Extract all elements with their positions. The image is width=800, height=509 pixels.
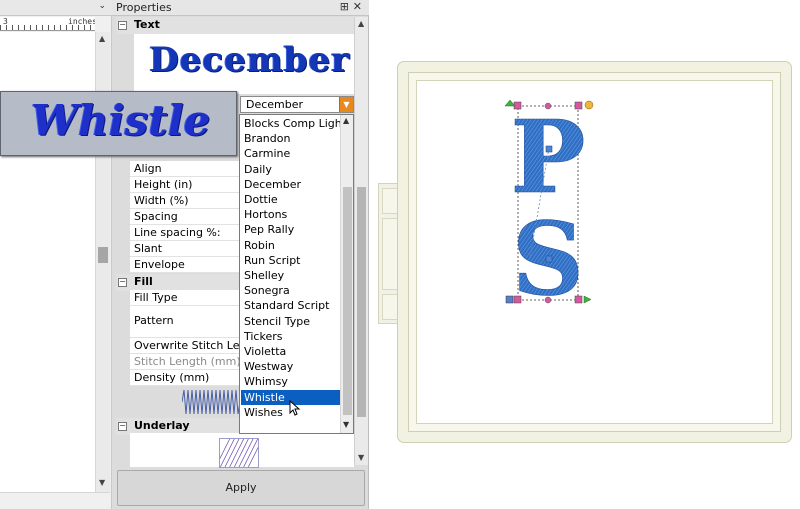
font-option[interactable]: Pep Rally [241, 222, 340, 237]
prop-label: Density (mm) [134, 371, 210, 384]
font-option[interactable]: Daily [241, 162, 340, 177]
prop-density[interactable]: Density (mm) [130, 370, 240, 386]
corner-handle-br[interactable] [574, 295, 583, 304]
font-tooltip-text: Whistle [31, 96, 211, 145]
prop-width[interactable]: Width (%) [130, 193, 240, 209]
workspace-side-panel: ⌄ 3 inches ▲ ▼ [0, 0, 112, 509]
properties-vertical-scrollbar[interactable]: ▲ ▼ [354, 17, 368, 465]
chevron-down-icon[interactable]: ⌄ [98, 1, 106, 11]
prop-label: Line spacing %: [134, 226, 221, 239]
font-option[interactable]: December [241, 177, 340, 192]
font-option[interactable]: Blocks Comp Light [241, 116, 346, 131]
prop-label: Slant [134, 242, 163, 255]
apply-button[interactable]: Apply [117, 470, 365, 506]
dropdown-arrow-icon[interactable]: ▼ [339, 97, 353, 112]
design-letter-p[interactable]: P [510, 98, 586, 217]
top-handle[interactable] [544, 102, 552, 110]
prop-overwrite-stitch-length[interactable]: Overwrite Stitch Leng... [130, 338, 264, 354]
selected-design[interactable]: P S [500, 96, 605, 308]
font-option[interactable]: Brandon [241, 131, 340, 146]
section-text-header[interactable]: − Text [116, 17, 354, 34]
font-option[interactable]: Whimsy [241, 374, 340, 389]
font-select-value: December [246, 98, 304, 111]
prop-label: Pattern [134, 314, 174, 327]
font-option[interactable]: Violetta [241, 344, 340, 359]
node-handle[interactable] [545, 255, 553, 263]
corner-handle-tl[interactable] [513, 101, 522, 110]
section-underlay-label: Underlay [134, 419, 190, 432]
font-option[interactable]: Hortons [241, 207, 340, 222]
close-icon[interactable]: ✕ [353, 0, 362, 13]
prop-pattern[interactable]: Pattern [130, 306, 240, 338]
prop-label: Align [134, 162, 162, 175]
bottom-handle[interactable] [544, 296, 552, 304]
scroll-thumb[interactable] [98, 247, 108, 263]
properties-title: Properties [116, 1, 172, 14]
scroll-up-arrow-icon[interactable]: ▲ [343, 116, 349, 125]
font-list-scrollbar[interactable]: ▲ ▼ [340, 115, 353, 433]
pin-icon[interactable]: ⊞ [340, 0, 349, 13]
font-option[interactable]: Standard Script [241, 298, 340, 313]
prop-slant[interactable]: Slant [130, 241, 240, 257]
collapse-icon[interactable]: − [118, 422, 127, 431]
ruler-ticks [0, 25, 95, 30]
scroll-thumb[interactable] [357, 187, 366, 417]
prop-label: Spacing [134, 210, 178, 223]
section-text-label: Text [134, 18, 160, 31]
font-option[interactable]: Sonegra [241, 283, 340, 298]
design-letter-s[interactable]: S [512, 200, 585, 308]
font-select[interactable]: December ▼ [240, 96, 354, 113]
scroll-thumb[interactable] [343, 187, 352, 415]
scroll-down-arrow-icon[interactable]: ▼ [358, 453, 364, 462]
prop-label: Height (in) [134, 178, 193, 191]
font-dropdown-list[interactable]: Blocks Comp Light Brandon Carmine Daily Dece… [239, 114, 354, 434]
node-handle[interactable] [545, 145, 553, 153]
prop-label: Fill Type [134, 291, 178, 304]
scroll-down-arrow-icon[interactable]: ▼ [343, 420, 349, 429]
corner-handle-tr[interactable] [574, 101, 583, 110]
font-option[interactable]: Run Script [241, 253, 340, 268]
prop-label: Stitch Length (mm) [134, 355, 241, 368]
font-preview: December [134, 34, 354, 94]
hoop-clip [378, 183, 400, 324]
collapse-icon[interactable]: − [118, 21, 127, 30]
rotate-handle-icon[interactable] [584, 100, 594, 110]
side-horizontal-scrollbar[interactable] [0, 492, 110, 509]
font-option[interactable]: Dottie [241, 192, 340, 207]
font-option[interactable]: Stencil Type [241, 314, 340, 329]
collapse-icon[interactable]: − [118, 278, 127, 287]
density-wave-preview [182, 389, 240, 415]
prop-label: Width (%) [134, 194, 189, 207]
prop-align[interactable]: Align [130, 161, 240, 177]
font-option[interactable]: Westway [241, 359, 340, 374]
prop-height[interactable]: Height (in) [130, 177, 240, 193]
mouse-cursor-icon [289, 400, 301, 416]
properties-title-bar: Properties ⊞ ✕ [112, 0, 369, 16]
font-option[interactable]: Carmine [241, 146, 340, 161]
move-right-arrow-icon[interactable] [583, 295, 592, 304]
underlay-preview [219, 438, 259, 468]
mirror-icon[interactable] [505, 295, 514, 304]
scroll-up-arrow-icon[interactable]: ▲ [99, 34, 105, 43]
horizontal-ruler: 3 inches [0, 17, 95, 31]
font-option[interactable]: Tickers [241, 329, 340, 344]
prop-envelope[interactable]: Envelope [130, 257, 240, 273]
font-option[interactable]: Shelley [241, 268, 340, 283]
prop-fill-type[interactable]: Fill Type [130, 290, 240, 306]
font-preview-text: December [149, 40, 350, 80]
prop-spacing[interactable]: Spacing [130, 209, 240, 225]
scroll-down-arrow-icon[interactable]: ▼ [99, 478, 105, 487]
scroll-up-arrow-icon[interactable]: ▲ [358, 19, 364, 28]
font-preview-tooltip: Whistle [0, 91, 237, 156]
prop-stitch-length: Stitch Length (mm) [130, 354, 241, 370]
section-fill-label: Fill [134, 275, 153, 288]
prop-label: Envelope [134, 258, 185, 271]
corner-handle-bl[interactable] [513, 295, 522, 304]
side-panel-header: ⌄ [0, 0, 112, 16]
prop-line-spacing[interactable]: Line spacing %: [130, 225, 240, 241]
font-option[interactable]: Robin [241, 238, 340, 253]
